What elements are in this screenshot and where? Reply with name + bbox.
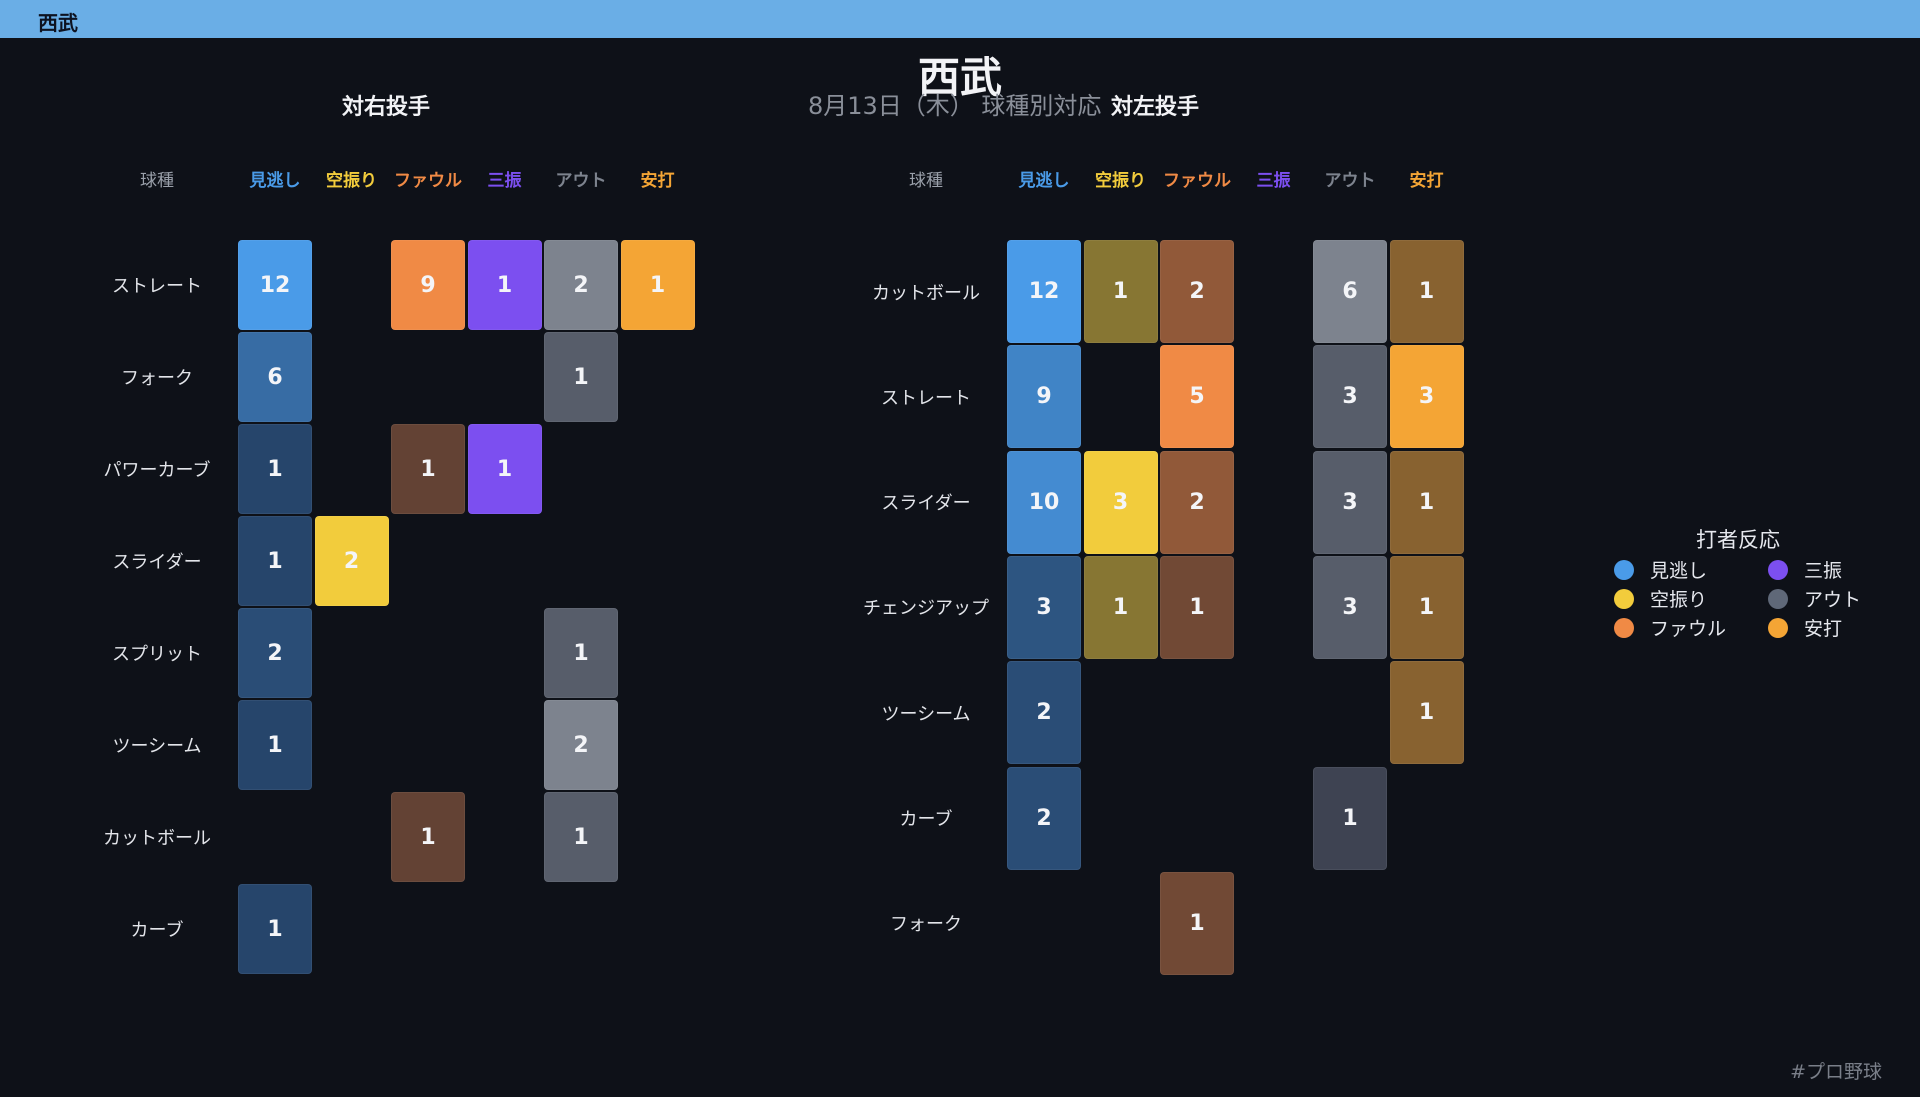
heatmap-cell: 3	[1313, 345, 1387, 449]
legend-item: アウト	[1768, 585, 1861, 612]
heatmap-cell: 1	[1389, 661, 1464, 765]
column-header: 見逃し	[1018, 171, 1070, 191]
heatmap-cell: 1	[467, 240, 542, 330]
heatmap-cell: 2	[1007, 661, 1081, 765]
heatmap-cell: 2	[544, 700, 618, 790]
row-label: ツーシーム	[881, 703, 971, 725]
column-header: 三振	[1256, 171, 1291, 191]
heatmap-cell: 3	[1313, 555, 1387, 659]
heatmap-cell: 2	[1160, 240, 1234, 343]
row-label: カーブ	[899, 809, 953, 830]
column-header: 三振	[487, 171, 522, 191]
legend-item: 安打	[1768, 614, 1842, 641]
legend-item: 三振	[1768, 556, 1842, 583]
heatmap-cell: 9	[1007, 345, 1081, 449]
column-header: 空振り	[326, 171, 377, 191]
row-label: スライダー	[112, 552, 202, 573]
legend-title: 打者反応	[1696, 528, 1780, 552]
row-label: ストレート	[881, 387, 971, 409]
heatmap-cell: 2	[1007, 766, 1081, 870]
heatmap-cell: 3	[1083, 450, 1158, 554]
chart-subtitle: 8月13日（木） 球種別対応	[808, 92, 1102, 120]
corner-label: 球種	[140, 171, 174, 191]
column-header: ファウル	[394, 171, 462, 191]
top-bar: 西武	[0, 0, 1920, 38]
panel-title: 対左投手	[1110, 95, 1200, 120]
legend-swatch	[1614, 617, 1634, 638]
row-label: スライダー	[881, 493, 971, 515]
legend-swatch	[1768, 588, 1788, 609]
column-header: 空振り	[1095, 171, 1146, 191]
heatmap-cell: 3	[1007, 555, 1081, 659]
column-header: アウト	[1324, 171, 1376, 191]
heatmap-cell: 1	[1389, 240, 1464, 343]
legend-swatch	[1614, 588, 1634, 609]
column-header: アウト	[555, 171, 607, 191]
legend-label: 見逃し	[1650, 560, 1708, 582]
heatmap-cell: 1	[238, 424, 312, 514]
heatmap-cell: 2	[1160, 450, 1234, 554]
heatmap-cell: 1	[391, 424, 465, 514]
corner-label: 球種	[909, 171, 943, 191]
legend-label: アウト	[1804, 589, 1862, 611]
heatmap-cell: 1	[620, 240, 695, 330]
row-label: パワーカーブ	[103, 460, 211, 481]
panel-title: 対右投手	[341, 95, 431, 120]
heatmap-cell: 1	[1160, 871, 1234, 975]
legend-item: ファウル	[1614, 614, 1726, 641]
heatmap-cell: 2	[544, 240, 618, 330]
row-label: フォーク	[890, 914, 962, 936]
heatmap-cell: 1	[238, 516, 312, 606]
heatmap-cell: 1	[238, 700, 312, 790]
row-label: カーブ	[130, 920, 184, 941]
heatmap-cell: 6	[1313, 240, 1387, 343]
heatmap-cell: 1	[391, 792, 465, 882]
legend-label: ファウル	[1650, 618, 1727, 640]
heatmap-cell: 12	[238, 240, 312, 330]
heatmap-cell: 1	[467, 424, 542, 514]
row-label: チェンジアップ	[863, 598, 989, 620]
heatmap-cell: 1	[1083, 240, 1158, 343]
heatmap-cell: 2	[314, 516, 389, 606]
hashtag: #プロ野球	[1790, 1061, 1882, 1083]
heatmap-cell: 1	[544, 332, 618, 422]
heatmap-cell: 1	[1389, 555, 1464, 659]
column-header: ファウル	[1163, 171, 1231, 191]
heatmap-cell: 1	[1389, 450, 1464, 554]
heatmap-cell: 1	[544, 792, 618, 882]
legend-swatch	[1768, 559, 1788, 580]
heatmap-cell: 6	[238, 332, 312, 422]
heatmap-cell: 3	[1313, 450, 1387, 554]
row-label: カットボール	[103, 828, 211, 849]
row-label: スプリット	[112, 644, 202, 665]
heatmap-cell: 1	[1083, 555, 1158, 659]
heatmap-cell: 9	[391, 240, 465, 330]
legend-item: 空振り	[1614, 585, 1707, 612]
legend-swatch	[1614, 559, 1634, 580]
top-bar-title: 西武	[38, 11, 78, 35]
legend-label: 安打	[1804, 618, 1843, 640]
column-header: 安打	[640, 171, 675, 191]
row-label: ツーシーム	[112, 736, 202, 757]
row-label: ストレート	[112, 276, 202, 297]
legend-label: 空振り	[1650, 589, 1708, 611]
heatmap-cell: 10	[1007, 450, 1081, 554]
row-label: フォーク	[121, 368, 193, 389]
heatmap-cell: 2	[238, 608, 312, 698]
heatmap-cell: 1	[1160, 555, 1234, 659]
legend-item: 見逃し	[1614, 556, 1707, 583]
heatmap-cell: 1	[1313, 766, 1387, 870]
column-header: 安打	[1409, 171, 1444, 191]
heatmap-cell: 1	[544, 608, 618, 698]
column-header: 見逃し	[249, 171, 301, 191]
heatmap-cell: 3	[1389, 345, 1464, 449]
row-label: カットボール	[872, 282, 980, 304]
legend-swatch	[1768, 617, 1788, 638]
heatmap-cell: 12	[1007, 240, 1081, 343]
legend-label: 三振	[1804, 560, 1843, 582]
heatmap-cell: 1	[238, 884, 312, 974]
heatmap-cell: 5	[1160, 345, 1234, 449]
